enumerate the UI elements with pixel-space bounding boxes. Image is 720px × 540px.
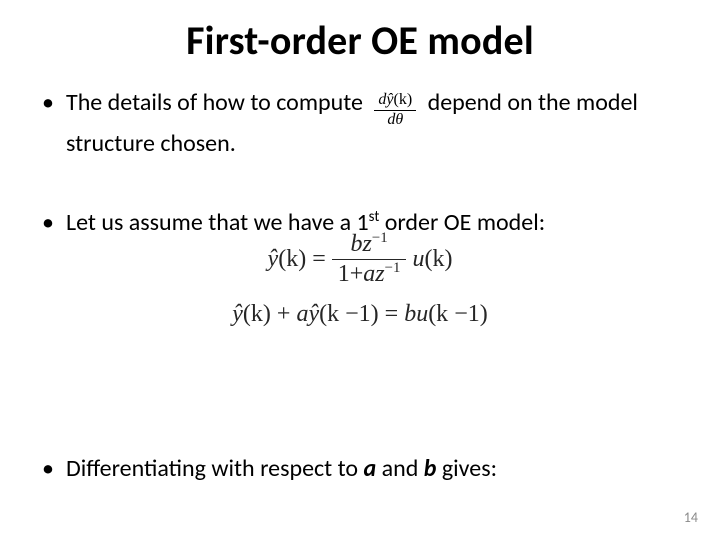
k-arg: (k) [393, 91, 412, 108]
eq1-rhs: u(k) [412, 246, 452, 273]
eq1-k: (k) [278, 246, 306, 272]
bullet-3-text-a: Differentiating with respect to [66, 454, 364, 483]
equation-block: ŷ(k) = bz−1 1+az−1 u(k) ŷ(k) + aŷ(k −1) … [0, 232, 720, 328]
bullet-2-sup: st [369, 207, 380, 225]
theta-sym: θ [395, 111, 403, 128]
inline-derivative-num: dŷ(k) [374, 92, 416, 111]
eq1-den-1: 1 [338, 261, 350, 287]
page-number: 14 [684, 509, 698, 526]
eq1-num: bz−1 [332, 232, 407, 260]
eq2-plus: + [277, 301, 291, 327]
eq1-den-a: a [363, 261, 375, 287]
eq1-yhat: ŷ [268, 246, 279, 272]
eq1-den: 1+az−1 [332, 260, 407, 287]
eq1-lhs: ŷ(k) [268, 246, 307, 273]
bullet-3-text-b: and [376, 454, 424, 483]
eq2-k2a: (k [319, 301, 339, 327]
eq2-y1: ŷ [232, 301, 243, 327]
eq2-uk: (k [428, 301, 448, 327]
slide-title: First-order OE model [0, 16, 720, 65]
eq2-k1: (k) [243, 301, 271, 327]
var-a: a [364, 454, 377, 483]
inline-derivative: dŷ(k) dθ [374, 92, 416, 129]
eq1-den-exp: −1 [385, 260, 401, 276]
eq2-eq: = [385, 301, 399, 327]
var-b: b [424, 454, 437, 483]
eq2-minus2: − [454, 301, 468, 327]
eq1-equals: = [312, 246, 326, 273]
eq2-one2: 1) [468, 301, 488, 327]
bullet-1-text-a: The details of how to compute [66, 88, 363, 117]
eq2-a: a [296, 301, 308, 327]
eq2-minus1: − [345, 301, 359, 327]
equation-1: ŷ(k) = bz−1 1+az−1 u(k) [268, 232, 453, 287]
eq1-uk: (k) [424, 246, 452, 272]
eq1-num-b: b [351, 231, 363, 257]
bullet-3-text-c: gives: [436, 454, 497, 483]
bullet-3: Differentiating with respect to a and b … [42, 454, 678, 485]
eq2-b: b [404, 301, 416, 327]
eq1-den-plus: + [350, 261, 364, 287]
eq1-num-exp: −1 [372, 230, 388, 246]
eq1-fraction: bz−1 1+az−1 [332, 232, 407, 287]
slide: First-order OE model The details of how … [0, 0, 720, 540]
inline-derivative-den: dθ [374, 111, 416, 129]
eq1-den-z: z [375, 261, 384, 287]
eq1-num-z: z [363, 231, 372, 257]
eq2-y2: ŷ [308, 301, 319, 327]
eq2-u: u [416, 301, 428, 327]
bullet-1: The details of how to compute dŷ(k) dθ d… [42, 88, 678, 160]
equation-2: ŷ(k) + aŷ(k −1) = bu(k −1) [0, 301, 720, 328]
eq2-one1: 1) [359, 301, 379, 327]
eq1-u: u [412, 246, 424, 272]
